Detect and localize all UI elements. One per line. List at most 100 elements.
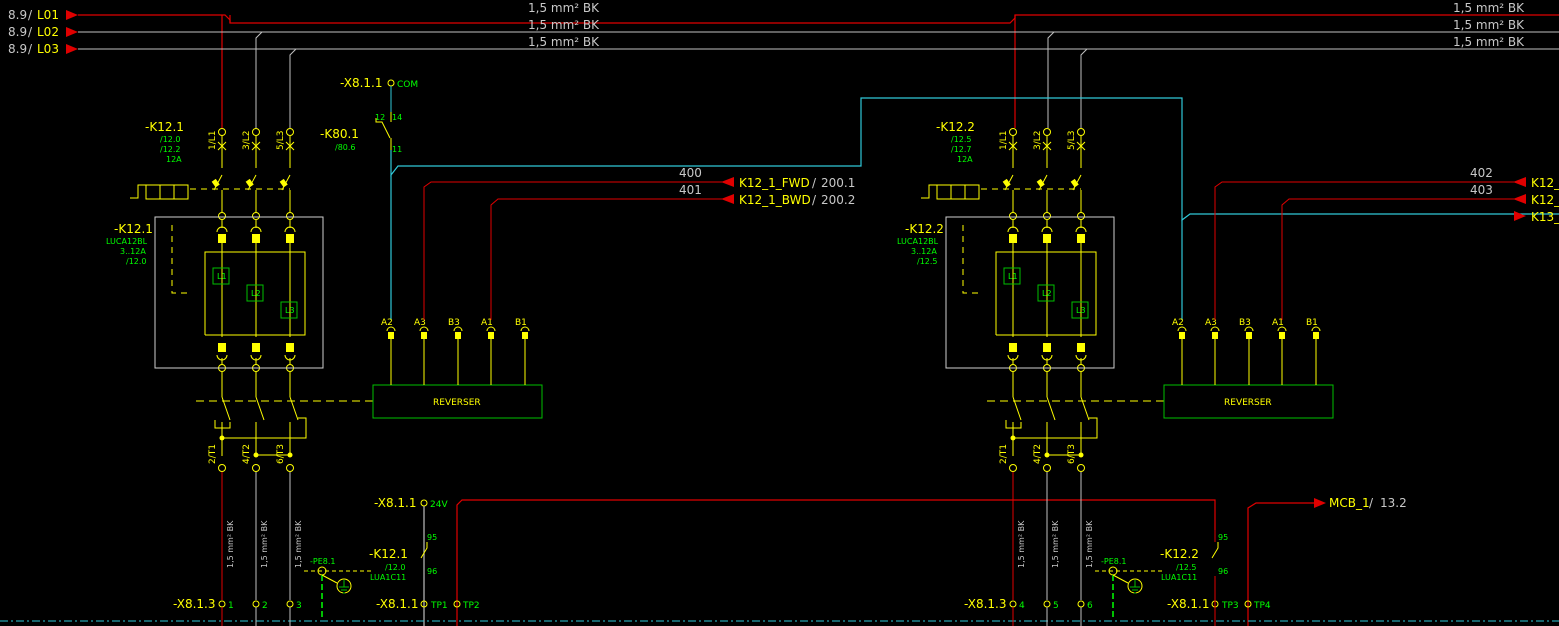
reverser-pin-label: B3 bbox=[1239, 318, 1251, 328]
tp-terminal-tag: -X8.1.1 bbox=[376, 597, 419, 611]
svg-text:11: 11 bbox=[392, 145, 402, 154]
aux-tag: -K12.1 bbox=[369, 547, 408, 561]
pin-top-label: 3/L2 bbox=[1033, 131, 1043, 151]
contact-block bbox=[252, 234, 260, 243]
contact-block bbox=[1043, 343, 1051, 352]
motor-terminal-tag: -X8.1.3 bbox=[173, 597, 216, 611]
junction-dot bbox=[219, 435, 225, 441]
pin-bottom-label: 4/T2 bbox=[242, 444, 252, 464]
tp-pin: TP1 bbox=[430, 601, 448, 611]
aux-info: LUA1C11 bbox=[370, 573, 406, 582]
reverser-pin-block bbox=[1212, 332, 1218, 339]
source-l01-ref: 8.9 bbox=[8, 8, 27, 22]
motor-terminal-pin: 1 bbox=[228, 601, 234, 611]
pin-top-label: 5/L3 bbox=[276, 131, 286, 151]
source-l03-name[interactable]: L03 bbox=[37, 42, 59, 56]
aux-info: /12.0 bbox=[385, 563, 406, 572]
wire-spec-l2-left: 1,5 mm² BK bbox=[528, 18, 600, 32]
wiring-schematic[interactable]: 8.9 / L01 8.9 / L02 8.9 / L03 1,5 mm² BK… bbox=[0, 0, 1559, 626]
source-l02-name[interactable]: L02 bbox=[37, 25, 59, 39]
starter-info: 3..12A bbox=[911, 247, 937, 256]
aux-pin: 95 bbox=[1218, 533, 1228, 542]
wire-spec-l1-right: 1,5 mm² BK bbox=[1453, 1, 1525, 15]
pin-bottom-label: 4/T2 bbox=[1033, 444, 1043, 464]
wire-spec-l1-left: 1,5 mm² BK bbox=[528, 1, 600, 15]
motor-terminal-tag: -X8.1.3 bbox=[964, 597, 1007, 611]
tp-pin: TP3 bbox=[1221, 601, 1239, 611]
reverser-pin-label: A2 bbox=[381, 318, 393, 328]
starter-info: LUCA12BL bbox=[106, 237, 148, 246]
contact-block bbox=[286, 234, 294, 243]
pe-label: -PE8.1 bbox=[1101, 557, 1127, 566]
contact-block bbox=[1043, 234, 1051, 243]
reverser-label: REVERSER bbox=[433, 398, 481, 408]
reverser-pin-label: A2 bbox=[1172, 318, 1184, 328]
motor-terminal-pin: 3 bbox=[296, 601, 302, 611]
breaker-ref: /12.5 bbox=[951, 135, 972, 144]
motor-terminal-pin: 5 bbox=[1053, 601, 1059, 611]
junction-dot bbox=[1010, 435, 1016, 441]
contact-block bbox=[252, 343, 260, 352]
relay-k80-tag: -K80.1 bbox=[320, 127, 359, 141]
reverser-label: REVERSER bbox=[1224, 398, 1272, 408]
motor-cable-spec: 1,5 mm² BK bbox=[294, 520, 303, 568]
tp-pin: TP2 bbox=[462, 601, 480, 611]
reverser-pin-block bbox=[1279, 332, 1285, 339]
motor-cable-spec: 1,5 mm² BK bbox=[1017, 520, 1026, 568]
wire-spec-l3-left: 1,5 mm² BK bbox=[528, 35, 600, 49]
starter-info: LUCA12BL bbox=[897, 237, 939, 246]
starter-info: /12.5 bbox=[917, 257, 938, 266]
reverser-pin-block bbox=[488, 332, 494, 339]
breaker-ref: /12.0 bbox=[160, 135, 181, 144]
com-terminal-tag: -X8.1.1 bbox=[340, 76, 383, 90]
reverser-pin-label: B3 bbox=[448, 318, 460, 328]
trip-label: L2 bbox=[1042, 289, 1052, 298]
signal-k12-1-fwd[interactable]: K12_1_FWD bbox=[739, 176, 810, 190]
svg-text:12: 12 bbox=[375, 113, 385, 122]
signal-k12-2-a[interactable]: K12_ bbox=[1531, 176, 1559, 190]
signal-k12-2-b[interactable]: K12_ bbox=[1531, 193, 1559, 207]
contact-block bbox=[1077, 234, 1085, 243]
trip-label: L2 bbox=[251, 289, 261, 298]
source-l03-ref: 8.9 bbox=[8, 42, 27, 56]
aux-pin: 96 bbox=[1218, 567, 1228, 576]
tp-terminal-tag: -X8.1.1 bbox=[1167, 597, 1210, 611]
reverser-pin-label: B1 bbox=[1306, 318, 1318, 328]
motor-cable-spec: 1,5 mm² BK bbox=[260, 520, 269, 568]
com-terminal-pin: COM bbox=[397, 80, 418, 90]
reverser-pin-block bbox=[1313, 332, 1319, 339]
breaker-ref: 12A bbox=[166, 155, 182, 164]
aux-pin: 95 bbox=[427, 533, 437, 542]
motor-terminal-pin: 6 bbox=[1087, 601, 1093, 611]
trip-label: L3 bbox=[1076, 306, 1086, 315]
reverser-pin-block bbox=[388, 332, 394, 339]
signal-402-num: 402 bbox=[1470, 166, 1493, 180]
motor-cable-spec: 1,5 mm² BK bbox=[226, 520, 235, 568]
pe-label: -PE8.1 bbox=[310, 557, 336, 566]
motor-terminal-pin: 2 bbox=[262, 601, 268, 611]
relay-k80-ref: /80.6 bbox=[335, 143, 356, 152]
mcb-reference[interactable]: MCB_1 / 13.2 bbox=[1329, 496, 1407, 510]
signal-k12-1-fwd-ref: 200.1 bbox=[821, 176, 855, 190]
signal-k12-1-bwd-ref: 200.2 bbox=[821, 193, 855, 207]
wire-spec-l2-right: 1,5 mm² BK bbox=[1453, 18, 1525, 32]
starter-tag: -K12.1 bbox=[114, 222, 153, 236]
contact-block bbox=[218, 234, 226, 243]
contact-block bbox=[218, 343, 226, 352]
mcb-name: MCB_1 bbox=[1329, 496, 1370, 510]
reverser-pin-label: B1 bbox=[515, 318, 527, 328]
breaker-ref: /12.2 bbox=[160, 145, 181, 154]
reverser-pin-block bbox=[522, 332, 528, 339]
source-l01-name[interactable]: L01 bbox=[37, 8, 59, 22]
contact-block bbox=[1009, 234, 1017, 243]
pin-top-label: 1/L1 bbox=[999, 131, 1009, 151]
breaker-ref: 12A bbox=[957, 155, 973, 164]
motor-terminal-pin: 4 bbox=[1019, 601, 1025, 611]
trip-label: L3 bbox=[285, 306, 295, 315]
wire-spec-l3-right: 1,5 mm² BK bbox=[1453, 35, 1525, 49]
breaker-ref: /12.7 bbox=[951, 145, 972, 154]
signal-k12-1-bwd[interactable]: K12_1_BWD bbox=[739, 193, 811, 207]
contact-block bbox=[1009, 343, 1017, 352]
reverser-pin-block bbox=[1246, 332, 1252, 339]
signal-k13[interactable]: K13_ bbox=[1531, 210, 1559, 224]
